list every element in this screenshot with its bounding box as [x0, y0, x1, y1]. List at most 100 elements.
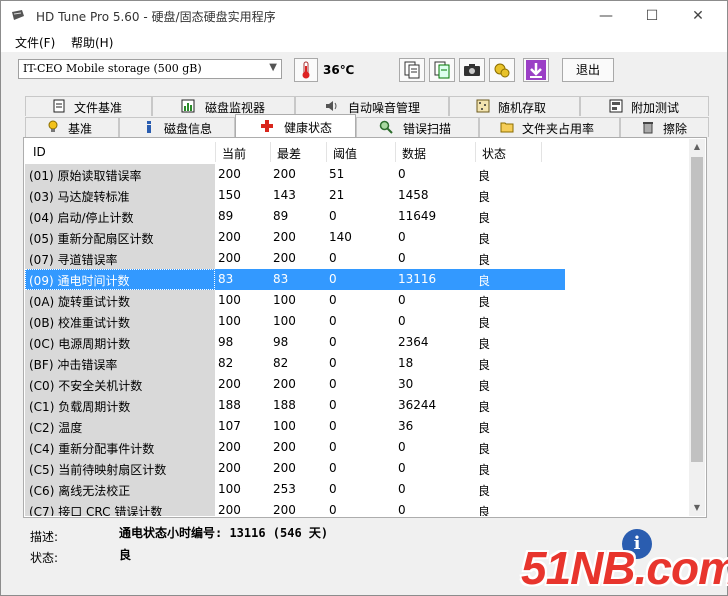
cell-status: 良	[478, 421, 491, 435]
cell-data: 0	[398, 314, 406, 328]
tab-label: 磁盘信息	[164, 122, 213, 136]
tab-label: 文件夹占用率	[522, 122, 595, 136]
table-row[interactable]: (07) 寻道错误率 200 200 0 0 良	[25, 248, 565, 269]
cell-threshold: 0	[329, 314, 337, 328]
tab-random-access[interactable]: 随机存取	[449, 96, 580, 116]
doc-icon	[53, 99, 65, 113]
cell-threshold: 140	[329, 230, 352, 244]
description-label: 描述:	[30, 530, 59, 544]
table-row[interactable]: (C0) 不安全关机计数 200 200 0 30 良	[25, 374, 565, 395]
tab-aam[interactable]: 自动噪音管理	[295, 96, 449, 116]
scroll-up-icon[interactable]: ▲	[689, 139, 705, 155]
menu-file[interactable]: 文件(F)	[15, 34, 55, 51]
cell-data: 0	[398, 293, 406, 307]
tab-label: 基准	[68, 122, 93, 136]
drive-select[interactable]: IT-CEO Mobile storage (500 gB) ▼	[18, 59, 282, 79]
table-row[interactable]: (C1) 负载周期计数 188 188 0 36244 良	[25, 395, 565, 416]
cell-data: 30	[398, 377, 414, 391]
cell-status: 良	[478, 400, 491, 414]
cell-current: 200	[218, 167, 241, 181]
cell-worst: 83	[273, 272, 289, 286]
cell-current: 100	[218, 293, 241, 307]
cell-id: (04) 启动/停止计数	[29, 211, 134, 225]
cell-data: 36	[398, 419, 414, 433]
tab-disk-info[interactable]: 磁盘信息	[119, 117, 235, 137]
minimize-button[interactable]: —	[583, 1, 629, 31]
cell-worst: 188	[273, 398, 296, 412]
cell-threshold: 0	[329, 419, 337, 433]
cell-id: (C7) 接口 CRC 错误计数	[29, 505, 163, 516]
cell-threshold: 51	[329, 167, 345, 181]
cell-current: 200	[218, 503, 241, 516]
table-row[interactable]: (BF) 冲击错误率 82 82 0 18 良	[25, 353, 565, 374]
tab-extra-tests[interactable]: 附加测试	[580, 96, 709, 116]
cell-current: 82	[218, 356, 234, 370]
magnifier-icon	[379, 120, 393, 134]
exit-button[interactable]: 退出	[562, 58, 614, 82]
copy-text-button[interactable]	[399, 58, 425, 82]
column-header-status[interactable]: 状态	[482, 145, 506, 162]
cell-data: 0	[398, 482, 406, 496]
column-header-threshold[interactable]: 阈值	[333, 145, 357, 162]
cell-id: (0A) 旋转重试计数	[29, 295, 131, 309]
camera-icon	[464, 64, 480, 76]
column-header-worst[interactable]: 最差	[277, 145, 301, 162]
table-row[interactable]: (05) 重新分配扇区计数 200 200 140 0 良	[25, 227, 565, 248]
cell-threshold: 0	[329, 461, 337, 475]
tab-file-benchmark[interactable]: 文件基准	[25, 96, 152, 116]
cell-worst: 100	[273, 419, 296, 433]
table-row[interactable]: (0B) 校准重试计数 100 100 0 0 良	[25, 311, 565, 332]
tab-label: 自动噪音管理	[348, 101, 421, 115]
cell-data: 0	[398, 503, 406, 516]
options-button[interactable]	[489, 58, 515, 82]
tab-folder-usage[interactable]: 文件夹占用率	[479, 117, 620, 137]
cell-id: (09) 通电时间计数	[29, 274, 130, 288]
app-icon	[12, 10, 24, 20]
description-value: 通电状态小时编号: 13116 (546 天)	[119, 526, 329, 540]
cell-worst: 82	[273, 356, 289, 370]
column-header-id[interactable]: ID	[33, 145, 46, 159]
tab-label: 健康状态	[284, 121, 333, 135]
cell-id: (C2) 温度	[29, 421, 83, 435]
table-row[interactable]: (09) 通电时间计数 83 83 0 13116 良	[25, 269, 565, 290]
cell-worst: 200	[273, 167, 296, 181]
download-icon	[526, 60, 546, 80]
table-row[interactable]: (03) 马达旋转标准 150 143 21 1458 良	[25, 185, 565, 206]
cell-data: 0	[398, 440, 406, 454]
table-row[interactable]: (C2) 温度 107 100 0 36 良	[25, 416, 565, 437]
save-button[interactable]	[523, 58, 549, 82]
extra-icon	[609, 99, 623, 113]
column-header-data[interactable]: 数据	[402, 145, 426, 162]
menu-help[interactable]: 帮助(H)	[71, 34, 113, 51]
cell-status: 良	[478, 463, 491, 477]
cell-status: 良	[478, 337, 491, 351]
table-row[interactable]: (0A) 旋转重试计数 100 100 0 0 良	[25, 290, 565, 311]
table-row[interactable]: (C5) 当前待映射扇区计数 200 200 0 0 良	[25, 458, 565, 479]
cell-current: 98	[218, 335, 234, 349]
tab-error-scan[interactable]: 错误扫描	[356, 117, 479, 137]
tab-benchmark[interactable]: 基准	[25, 117, 119, 137]
close-button[interactable]: ✕	[675, 1, 721, 31]
temperature-value: 36℃	[323, 63, 355, 77]
copy-all-button[interactable]	[429, 58, 455, 82]
tab-erase[interactable]: 擦除	[620, 117, 709, 137]
cell-id: (07) 寻道错误率	[29, 253, 118, 267]
drive-select-value: IT-CEO Mobile storage (500 gB)	[23, 62, 202, 75]
scroll-down-icon[interactable]: ▼	[689, 500, 705, 516]
table-row[interactable]: (C4) 重新分配事件计数 200 200 0 0 良	[25, 437, 565, 458]
column-header-current[interactable]: 当前	[222, 145, 246, 162]
table-row[interactable]: (04) 启动/停止计数 89 89 0 11649 良	[25, 206, 565, 227]
cell-status: 良	[478, 169, 491, 183]
scroll-thumb[interactable]	[691, 157, 703, 462]
table-row[interactable]: (0C) 电源周期计数 98 98 0 2364 良	[25, 332, 565, 353]
tab-disk-monitor[interactable]: 磁盘监视器	[152, 96, 295, 116]
screenshot-button[interactable]	[459, 58, 485, 82]
vertical-scrollbar[interactable]: ▲ ▼	[689, 139, 705, 516]
cell-data: 13116	[398, 272, 437, 286]
maximize-button[interactable]: ☐	[629, 1, 675, 31]
table-row[interactable]: (01) 原始读取错误率 200 200 51 0 良	[25, 164, 565, 185]
cell-current: 100	[218, 314, 241, 328]
table-row[interactable]: (C7) 接口 CRC 错误计数 200 200 0 0 良	[25, 500, 565, 516]
tab-health[interactable]: 健康状态	[235, 114, 356, 137]
table-row[interactable]: (C6) 离线无法校正 100 253 0 0 良	[25, 479, 565, 500]
